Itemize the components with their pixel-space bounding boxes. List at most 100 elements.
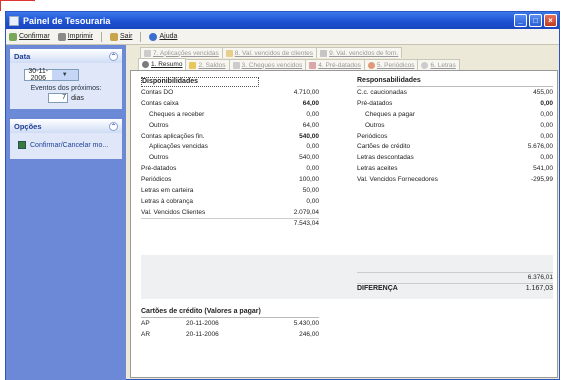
row-value: 0,00 xyxy=(540,110,553,118)
window-title: Painel de Tesouraria xyxy=(23,15,111,26)
printer-icon xyxy=(57,32,66,41)
data-panel: Data ⌃ 30-11-2006 ▼ Eventos dos próximos… xyxy=(10,49,122,109)
tab-letras[interactable]: 6. Letras xyxy=(417,59,460,70)
opcoes-panel-header[interactable]: Opções ⌃ xyxy=(10,119,122,133)
tab-pre-datados[interactable]: 4. Pré-datados xyxy=(305,59,365,70)
data-panel-body: 30-11-2006 ▼ Eventos dos próximos: 7 dia… xyxy=(10,63,122,109)
menu-bar: Confirmar Imprimir Sair Ajuda xyxy=(6,29,559,45)
row-label: Outros xyxy=(365,121,385,129)
imprimir-button[interactable]: Imprimir xyxy=(57,32,93,41)
table-row: Periódicos 100,00 xyxy=(141,174,319,185)
row-label: Val. Vencidos Clientes xyxy=(141,208,206,216)
row-value: 64,00 xyxy=(302,121,319,129)
tab-icon xyxy=(421,61,429,69)
opcoes-panel-title: Opções xyxy=(14,121,42,131)
main-area: 7. Aplicações vencidas 8. Val. vencidos … xyxy=(128,45,560,380)
table-row: Letras aceites 541,00 xyxy=(357,163,553,174)
tab-label: 3. Cheques vencidos xyxy=(241,61,303,69)
movement-icon xyxy=(18,141,26,149)
table-row: Outros 64,00 xyxy=(141,120,319,131)
summary-icon xyxy=(142,61,149,68)
tab-icon xyxy=(225,49,233,57)
red-guide-line xyxy=(0,0,1,11)
tab-aplicacoes-vencidas[interactable]: 7. Aplicações vencidas xyxy=(140,47,223,58)
minimize-button[interactable]: _ xyxy=(514,14,527,27)
table-row: Val. Vencidos Clientes 2.079,04 xyxy=(141,207,319,218)
row-value: 64,00 xyxy=(302,99,319,107)
diferenca-label: DIFERENÇA xyxy=(357,285,398,293)
close-button[interactable]: × xyxy=(544,14,557,27)
tab-val-vencidos-forn[interactable]: 9. Val. vencidos de forn. xyxy=(316,47,403,58)
row-label: Letras descontadas xyxy=(357,154,414,162)
date-picker[interactable]: 30-11-2006 ▼ xyxy=(24,68,79,82)
diferenca-row: DIFERENÇA 1.167,03 xyxy=(357,282,553,294)
responsabilidades-rows: C.c. caucionadas 455,00 Pré-datados 0,00 Che… xyxy=(357,87,553,185)
row-label: Cheques a pagar xyxy=(365,110,415,118)
row-label: Contas DO xyxy=(141,88,174,96)
tab-label: 2. Saldos xyxy=(198,61,226,69)
tab-row-bottom: 1. Resumo 2. Saldos 3. Cheques vencidos … xyxy=(128,58,560,70)
row-value: 0,00 xyxy=(306,110,319,118)
tab-label: 1. Resumo xyxy=(151,61,183,68)
tab-resumo[interactable]: 1. Resumo xyxy=(138,58,187,70)
row-value: 455,00 xyxy=(533,88,553,96)
sair-button[interactable]: Sair xyxy=(110,32,133,41)
table-row: Contas DO 4.710,00 xyxy=(141,87,319,98)
dias-spinner[interactable]: 7 xyxy=(48,93,69,103)
tab-cheques-vencidos[interactable]: 3. Cheques vencidos xyxy=(228,59,307,70)
row-label: C.c. caucionadas xyxy=(357,88,407,96)
row-value: 540,00 xyxy=(299,132,319,140)
chevron-up-icon[interactable]: ⌃ xyxy=(109,51,118,61)
ajuda-button[interactable]: Ajuda xyxy=(149,32,177,41)
menu-separator xyxy=(101,31,103,42)
table-row: Letras à cobrança 0,00 xyxy=(141,196,319,207)
row-value: 0,00 xyxy=(540,99,553,107)
row-value: 541,00 xyxy=(533,165,553,173)
cartao-date: 20-11-2006 xyxy=(186,319,219,327)
tab-icon xyxy=(367,61,375,69)
help-icon xyxy=(149,32,158,41)
cartao-date: 20-11-2006 xyxy=(186,330,219,338)
responsabilidades-col: Responsabilidades C.c. caucionadas 455,00… xyxy=(357,77,553,294)
tab-label: 7. Aplicações vencidas xyxy=(153,49,219,57)
table-row: Periódicos 0,00 xyxy=(357,131,553,142)
tab-periodicos[interactable]: 5. Periódicos xyxy=(363,59,419,70)
confirmar-cancelar-link[interactable]: Confirmar/Cancelar mo... xyxy=(10,139,122,153)
red-guide-line-top xyxy=(0,0,35,1)
tab-icon xyxy=(232,61,240,69)
tab-label: 9. Val. vencidos de forn. xyxy=(329,49,399,57)
row-value: 0,00 xyxy=(540,121,553,129)
cartao-name: AR xyxy=(141,330,151,338)
eventos-label: Eventos dos próximos: xyxy=(30,85,102,92)
row-value: 540,00 xyxy=(299,154,319,162)
tab-val-vencidos-clientes[interactable]: 8. Val. vencidos de clientes xyxy=(221,47,318,58)
cartoes-rows: AP 20-11-2006 5.430,00 AR 20-11-2006 246,00 xyxy=(141,318,319,340)
data-panel-title: Data xyxy=(14,51,31,61)
confirmar-button[interactable]: Confirmar xyxy=(9,32,50,41)
maximize-button[interactable]: □ xyxy=(529,14,542,27)
row-label: Pré-datados xyxy=(357,99,393,107)
tab-label: 4. Pré-datados xyxy=(318,61,361,69)
check-icon xyxy=(9,32,17,41)
data-panel-header[interactable]: Data ⌃ xyxy=(10,49,122,63)
disponibilidades-total: 7.543,04 xyxy=(293,220,319,228)
sair-label: Sair xyxy=(120,33,133,40)
row-value: 0,00 xyxy=(306,143,319,151)
row-label: Contas aplicações fin. xyxy=(141,132,205,140)
chevron-up-icon[interactable]: ⌃ xyxy=(109,121,118,131)
menu-separator xyxy=(140,31,142,42)
tab-icon xyxy=(309,61,317,69)
opcoes-panel-body: Confirmar/Cancelar mo... xyxy=(10,133,122,159)
opcoes-panel: Opções ⌃ Confirmar/Cancelar mo... xyxy=(10,119,122,159)
app-icon xyxy=(9,15,19,26)
tab-saldos[interactable]: 2. Saldos xyxy=(185,59,230,70)
chevron-down-icon[interactable]: ▼ xyxy=(51,70,78,80)
cartoes-header: Cartões de crédito (Valores a pagar) xyxy=(141,308,319,318)
row-label: Pré-datados xyxy=(141,165,177,173)
row-label: Outros xyxy=(149,121,169,129)
table-row: Cheques a pagar 0,00 xyxy=(357,109,553,120)
title-bar[interactable]: Painel de Tesouraria _ □ × xyxy=(6,12,559,29)
table-row: AR 20-11-2006 246,00 xyxy=(141,329,319,340)
responsabilidades-header: Responsabilidades xyxy=(357,77,553,87)
